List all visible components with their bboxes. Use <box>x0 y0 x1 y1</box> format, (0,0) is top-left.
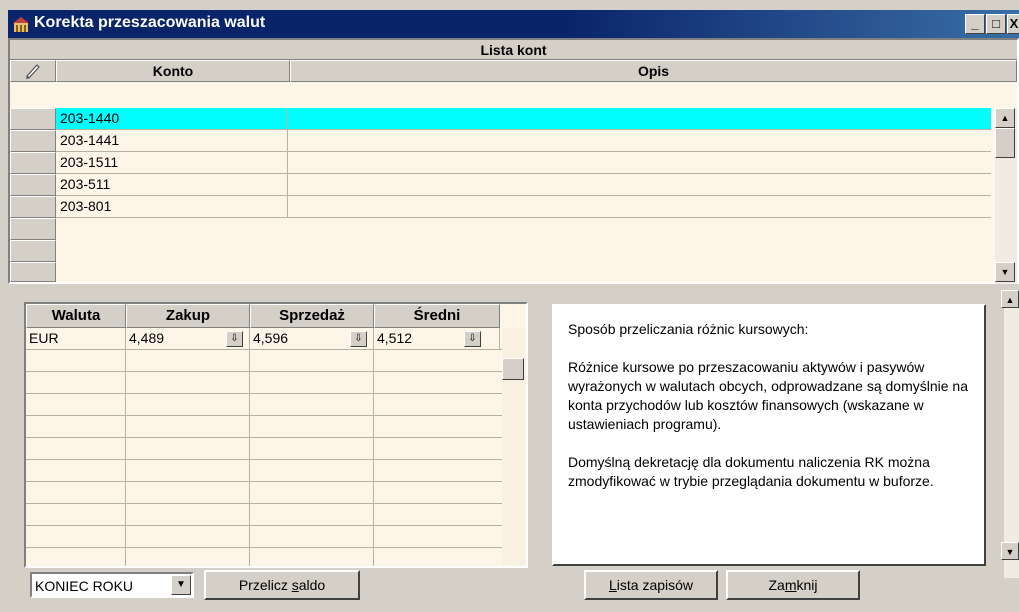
account-row[interactable]: 203-1441 <box>56 130 991 152</box>
row-selector[interactable] <box>10 152 56 174</box>
dropdown-arrow-icon[interactable]: ⇩ <box>464 331 481 347</box>
account-konto: 203-1440 <box>58 108 288 129</box>
empty-row <box>26 416 502 438</box>
account-konto: 203-801 <box>58 196 288 217</box>
rate-sprzedaz-field[interactable]: 4,596 ⇩ <box>250 328 374 350</box>
dropdown-arrow-icon[interactable]: ⇩ <box>226 331 243 347</box>
account-row[interactable]: 203-1511 <box>56 152 991 174</box>
period-select-value: KONIEC ROKU <box>35 578 134 594</box>
currency-grid: Waluta Zakup Sprzedaż Średni EUR 4,489 ⇩… <box>24 302 528 568</box>
accounts-grid-header: Lista kont <box>10 40 1017 60</box>
empty-row <box>26 460 502 482</box>
column-header-waluta[interactable]: Waluta <box>26 304 126 328</box>
rate-sredni-value: 4,512 <box>377 330 413 346</box>
row-selector[interactable] <box>10 130 56 152</box>
recalc-balance-button[interactable]: Przelicz saldo <box>204 570 360 600</box>
scroll-thumb[interactable] <box>502 358 524 380</box>
empty-row <box>26 482 502 504</box>
currency-code: EUR <box>26 328 126 350</box>
row-selector[interactable] <box>10 262 56 282</box>
account-konto: 203-1441 <box>58 130 288 151</box>
empty-row <box>26 504 502 526</box>
scroll-up-icon[interactable]: ▲ <box>1001 290 1019 308</box>
row-selector[interactable] <box>10 174 56 196</box>
window-title: Korekta przeszacowania walut <box>34 14 266 31</box>
empty-row <box>26 350 502 372</box>
row-selector[interactable] <box>10 108 56 130</box>
currency-row[interactable]: EUR 4,489 ⇩ 4,596 ⇩ 4,512 ⇩ <box>26 328 502 350</box>
app-icon <box>12 15 30 33</box>
accounts-grid: Lista kont Konto Opis 203-1440 203-1441 … <box>8 38 1019 284</box>
row-selector[interactable] <box>10 218 56 240</box>
window-scrollbar[interactable]: ▲ ▼ <box>1001 290 1019 578</box>
account-konto: 203-1511 <box>58 152 288 173</box>
account-row[interactable]: 203-801 <box>56 196 991 218</box>
accounts-scrollbar[interactable]: ▲ ▼ <box>995 108 1017 284</box>
column-header-sredni[interactable]: Średni <box>374 304 500 328</box>
account-konto: 203-511 <box>58 174 288 195</box>
empty-row <box>26 526 502 548</box>
dropdown-arrow-icon[interactable]: ⇩ <box>350 331 367 347</box>
entries-list-button[interactable]: Lista zapisów <box>584 570 718 600</box>
account-row[interactable]: 203-511 <box>56 174 991 196</box>
info-heading: Sposób przeliczania różnic kursowych: <box>568 321 809 337</box>
close-button[interactable]: Zamknij <box>726 570 860 600</box>
rate-zakup-value: 4,489 <box>129 330 165 346</box>
chevron-down-icon[interactable]: ▼ <box>171 575 191 595</box>
scroll-down-icon[interactable]: ▼ <box>995 262 1015 282</box>
close-window-button[interactable]: X <box>1007 14 1019 34</box>
empty-row <box>26 394 502 416</box>
scroll-up-icon[interactable]: ▲ <box>995 108 1015 128</box>
rate-zakup-field[interactable]: 4,489 ⇩ <box>126 328 250 350</box>
empty-row <box>26 438 502 460</box>
rate-sprzedaz-value: 4,596 <box>253 330 289 346</box>
column-header-konto[interactable]: Konto <box>56 60 290 82</box>
minimize-button[interactable]: _ <box>965 14 985 34</box>
title-bar: Korekta przeszacowania walut _ □ X <box>8 10 1019 38</box>
maximize-button[interactable]: □ <box>986 14 1006 34</box>
row-selector[interactable] <box>10 240 56 262</box>
empty-row <box>26 548 502 566</box>
row-selector[interactable] <box>10 196 56 218</box>
info-paragraph-1: Różnice kursowe po przeszacowaniu aktywó… <box>568 359 968 432</box>
empty-row <box>26 372 502 394</box>
scroll-down-icon[interactable]: ▼ <box>1001 542 1019 560</box>
period-select[interactable]: KONIEC ROKU ▼ <box>30 572 194 598</box>
currency-scrollbar[interactable] <box>502 328 526 566</box>
column-header-zakup[interactable]: Zakup <box>126 304 250 328</box>
rate-sredni-field[interactable]: 4,512 ⇩ <box>374 328 500 350</box>
info-panel: Sposób przeliczania różnic kursowych: Ró… <box>552 304 986 566</box>
account-row[interactable]: 203-1440 <box>56 108 991 130</box>
scroll-thumb[interactable] <box>995 128 1015 158</box>
info-paragraph-2: Domyślną dekretację dla dokumentu nalicz… <box>568 454 934 489</box>
column-header-opis[interactable]: Opis <box>290 60 1017 82</box>
column-header-sprzedaz[interactable]: Sprzedaż <box>250 304 374 328</box>
pencil-check-icon <box>23 64 43 83</box>
check-column-header[interactable] <box>10 60 56 82</box>
